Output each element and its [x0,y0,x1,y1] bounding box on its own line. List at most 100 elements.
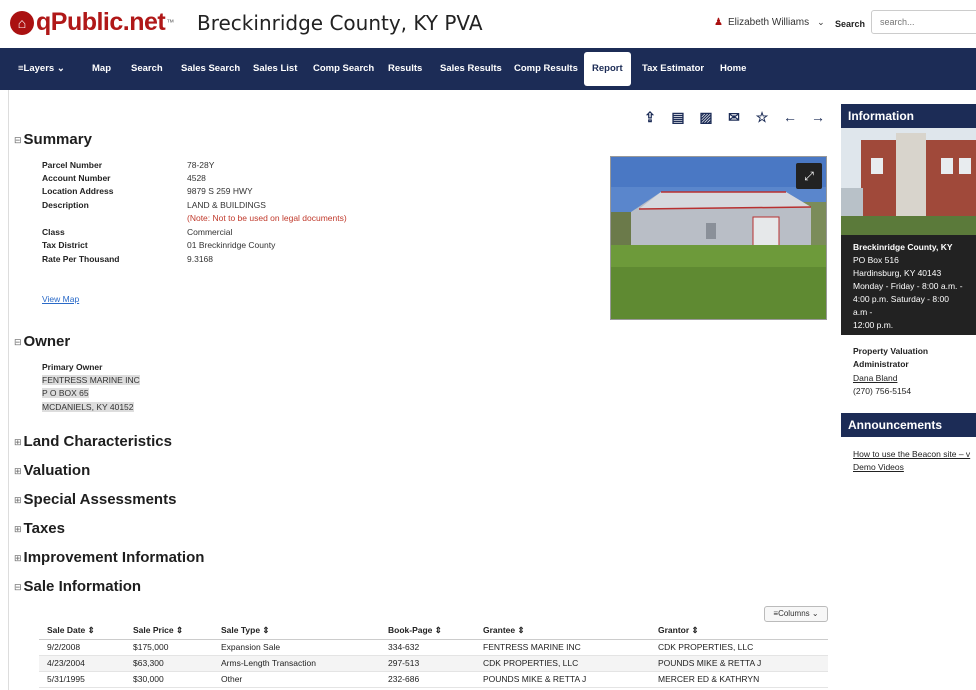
owner-title: Owner [23,333,71,350]
book-page: 334-632 [380,639,475,656]
field-label: Account Number [42,173,111,183]
collapse-icon: ⊟ [14,581,22,592]
logo[interactable]: ⌂ qPublic.net ™ [10,8,174,37]
office-line: 4:00 p.m. Saturday - 8:00 a.m - [853,294,949,317]
tax-district: 01 Breckinridge County [187,240,276,250]
sale-price: $63,300 [125,655,213,672]
property-photo-image [611,157,826,319]
nav-comp-search[interactable]: Comp Search [313,48,374,90]
user-menu[interactable]: ♟ Elizabeth Williams ⌄ [714,17,825,28]
section-title: Taxes [23,520,65,537]
col-sale-date[interactable]: Sale Date ⇕ [39,623,125,640]
expand-toggle-icon: ⊞ [14,523,22,534]
land-characteristics-header[interactable]: ⊞ Land Characteristics [14,433,172,450]
beacon-howto-link[interactable]: How to use the Beacon site – v [853,448,970,461]
parcel-number: 78-28Y [187,160,215,170]
sale-type: Expansion Sale [213,639,380,656]
description: LAND & BUILDINGS [187,200,266,210]
col-grantor[interactable]: Grantor ⇕ [650,623,828,640]
chevron-down-icon: ⌄ [817,17,825,27]
demo-videos-link[interactable]: Demo Videos [853,461,904,474]
nav-layers[interactable]: ≡Layers ⌄ [18,48,65,90]
sales-table: Sale Date ⇕ Sale Price ⇕ Sale Type ⇕ Boo… [39,623,828,688]
sale-type: Other [213,671,380,688]
expand-toggle-icon: ⊞ [14,494,22,505]
collapse-icon: ⊟ [14,336,22,347]
columns-button[interactable]: ≡Columns ⌄ [764,606,828,622]
office-line: PO Box 516 [853,255,899,265]
section-title: Land Characteristics [23,433,172,450]
section-title: Valuation [23,462,91,479]
nav-sales-results[interactable]: Sales Results [440,48,502,90]
arrow-left-icon[interactable]: ← [782,108,798,126]
col-sale-type[interactable]: Sale Type ⇕ [213,623,380,640]
nav-report[interactable]: Report [584,52,631,86]
col-book-page[interactable]: Book-Page ⇕ [380,623,475,640]
taxes-header[interactable]: ⊞ Taxes [14,520,65,537]
star-icon[interactable]: ☆ [754,108,770,126]
col-grantee[interactable]: Grantee ⇕ [475,623,650,640]
special-assessments-header[interactable]: ⊞ Special Assessments [14,491,176,508]
owner-section-header[interactable]: ⊟ Owner [14,333,70,350]
office-line: 12:00 p.m. [853,320,894,330]
valuation-header[interactable]: ⊞ Valuation [14,462,90,479]
field-label: Location Address [42,186,114,196]
report-toolbar: ⇪ ▤ ▨ ✉ ☆ ← → [642,108,826,126]
search-label: Search [835,19,866,29]
legal-note: (Note: Not to be used on legal documents… [187,213,347,223]
user-name: Elizabeth Williams [727,17,810,28]
sale-date: 9/2/2008 [39,639,125,656]
grantor: CDK PROPERTIES, LLC [650,639,828,656]
class-value: Commercial [187,227,233,237]
book-page: 297-513 [380,655,475,672]
expand-icon[interactable]: ⤢ [796,163,822,189]
sale-date: 5/31/1995 [39,671,125,688]
grantee: FENTRESS MARINE INC [475,639,650,656]
print-icon[interactable]: ▤ [670,108,686,126]
book-page: 232-686 [380,671,475,688]
summary-section-header[interactable]: ⊟ Summary [14,131,92,148]
nav-home[interactable]: Home [720,48,746,90]
owner-name: FENTRESS MARINE INC [42,375,140,385]
share-icon[interactable]: ⇪ [642,108,658,126]
image-icon[interactable]: ▨ [698,108,714,126]
sale-information-header[interactable]: ⊟ Sale Information [14,578,141,595]
email-icon[interactable]: ✉ [726,108,742,126]
location-address: 9879 S 259 HWY [187,186,253,196]
courthouse-photo [841,128,976,235]
nav-map[interactable]: Map [92,48,111,90]
sale-date: 4/23/2004 [39,655,125,672]
owner-address-line: P O BOX 65 [42,388,89,398]
property-photo[interactable]: ⤢ [610,156,827,320]
table-row: 5/31/1995 $30,000 Other 232-686 POUNDS M… [39,671,828,688]
table-row: 4/23/2004 $63,300 Arms-Length Transactio… [39,655,828,672]
view-map-link[interactable]: View Map [42,294,79,304]
top-header: ⌂ qPublic.net ™ Breckinridge County, KY … [0,0,976,48]
nav-sales-list[interactable]: Sales List [253,48,297,90]
expand-toggle-icon: ⊞ [14,552,22,563]
col-sale-price[interactable]: Sale Price ⇕ [125,623,213,640]
search-input[interactable] [871,10,976,34]
owner-city-line: MCDANIELS, KY 40152 [42,402,134,412]
nav-search[interactable]: Search [131,48,163,90]
announcements-title: Announcements [841,413,976,437]
field-label: Description [42,200,89,210]
grantor: MERCER ED & KATHRYN [650,671,828,688]
field-label: Tax District [42,240,88,250]
nav-sales-search[interactable]: Sales Search [181,48,240,90]
improvement-information-header[interactable]: ⊞ Improvement Information [14,549,204,566]
summary-title: Summary [23,131,92,148]
arrow-right-icon[interactable]: → [810,108,826,126]
pva-phone: (270) 756-5154 [853,386,912,396]
nav-results[interactable]: Results [388,48,422,90]
information-title: Information [841,104,976,128]
nav-comp-results[interactable]: Comp Results [514,48,578,90]
field-label: Parcel Number [42,160,102,170]
expand-toggle-icon: ⊞ [14,436,22,447]
pva-name-link[interactable]: Dana Bland [853,372,897,385]
county-title: Breckinridge County, KY PVA [197,11,483,35]
grantee: POUNDS MIKE & RETTA J [475,671,650,688]
nav-tax-estimator[interactable]: Tax Estimator [642,48,704,90]
primary-owner-label: Primary Owner [42,362,103,372]
expand-toggle-icon: ⊞ [14,465,22,476]
